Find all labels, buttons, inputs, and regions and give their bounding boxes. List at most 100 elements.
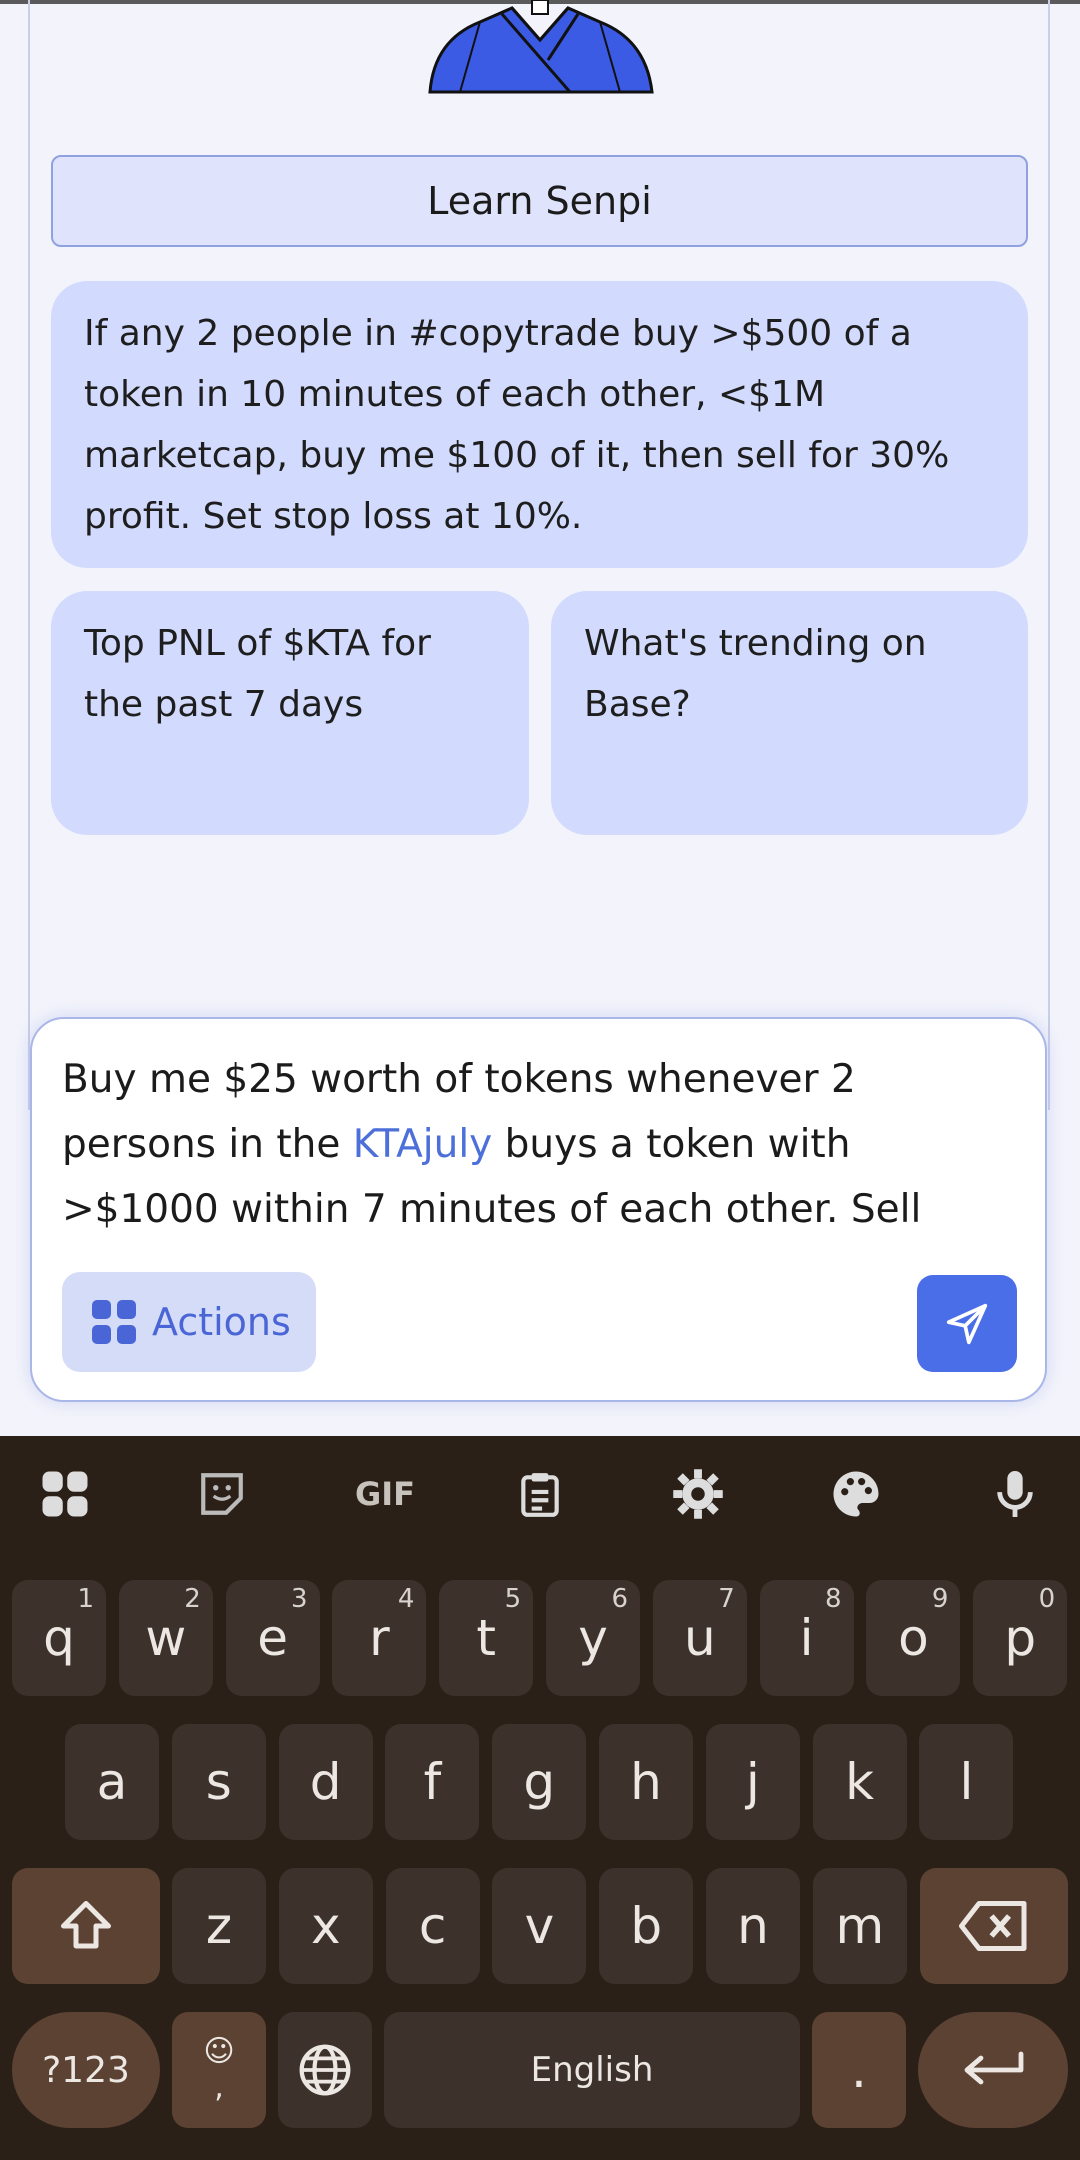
key-d[interactable]: d <box>278 1724 373 1840</box>
gif-icon[interactable]: GIF <box>345 1464 425 1524</box>
key-v[interactable]: v <box>492 1868 587 1984</box>
key-label: f <box>423 1753 442 1811</box>
backspace-icon <box>959 1901 1027 1951</box>
key-w[interactable]: w2 <box>118 1580 213 1696</box>
enter-key[interactable] <box>918 2012 1068 2128</box>
suggestion-trending-base[interactable]: What's trending on Base? <box>551 591 1028 835</box>
key-i[interactable]: i8 <box>759 1580 854 1696</box>
key-label: w <box>145 1609 187 1667</box>
key-y[interactable]: y6 <box>546 1580 640 1696</box>
key-label: r <box>369 1609 390 1667</box>
key-p[interactable]: p0 <box>973 1580 1068 1696</box>
key-label: y <box>578 1609 608 1667</box>
key-label: i <box>799 1609 814 1667</box>
key-number-hint: 4 <box>397 1584 415 1614</box>
shift-icon <box>61 1901 111 1949</box>
key-label: n <box>737 1897 769 1955</box>
key-u[interactable]: u7 <box>652 1580 747 1696</box>
apps-grid-icon[interactable] <box>30 1464 100 1524</box>
key-label: k <box>845 1753 875 1811</box>
key-label: g <box>523 1753 556 1811</box>
key-number-hint: 6 <box>611 1584 628 1614</box>
key-f[interactable]: f <box>385 1724 480 1840</box>
actions-button[interactable]: Actions <box>62 1272 316 1372</box>
settings-gear-icon[interactable] <box>663 1464 733 1524</box>
key-b[interactable]: b <box>599 1868 694 1984</box>
sticker-icon[interactable] <box>187 1464 257 1524</box>
period-key[interactable]: . <box>812 2012 906 2128</box>
numbers-key-label: ?123 <box>42 2049 130 2091</box>
key-label: e <box>257 1609 288 1667</box>
key-label: q <box>43 1609 75 1667</box>
key-label: l <box>959 1753 974 1811</box>
numbers-key[interactable]: ?123 <box>12 2012 160 2128</box>
key-number-hint: 8 <box>825 1584 842 1614</box>
actions-label: Actions <box>152 1300 291 1344</box>
key-label: m <box>835 1897 885 1955</box>
message-composer[interactable]: Buy me $25 worth of tokens whenever 2 pe… <box>30 1017 1047 1402</box>
key-label: x <box>311 1897 341 1955</box>
key-label: v <box>524 1897 555 1955</box>
key-label: a <box>96 1753 128 1811</box>
key-h[interactable]: h <box>599 1724 693 1840</box>
key-l[interactable]: l <box>919 1724 1014 1840</box>
period-label: . <box>851 2041 867 2099</box>
emoji-comma-key[interactable]: ☺ , <box>172 2012 266 2128</box>
key-z[interactable]: z <box>172 1868 266 1984</box>
key-label: c <box>418 1897 447 1955</box>
key-label: t <box>476 1609 496 1667</box>
key-number-hint: 5 <box>504 1584 522 1614</box>
key-number-hint: 9 <box>931 1584 949 1614</box>
key-label: s <box>205 1753 232 1811</box>
key-n[interactable]: n <box>706 1868 800 1984</box>
key-m[interactable]: m <box>812 1868 907 1984</box>
mention-tag[interactable]: KTAjuly <box>353 1122 493 1167</box>
key-q[interactable]: q1 <box>12 1580 106 1696</box>
emoji-icon: ☺ <box>203 2034 235 2069</box>
key-e[interactable]: e3 <box>225 1580 320 1696</box>
key-x[interactable]: x <box>278 1868 373 1984</box>
suggestion-top-pnl[interactable]: Top PNL of $KTA for the past 7 days <box>51 591 529 835</box>
suggestion-copytrade[interactable]: If any 2 people in #copytrade buy >$500 … <box>51 281 1028 568</box>
key-label: j <box>745 1753 760 1811</box>
key-number-hint: 2 <box>184 1584 201 1614</box>
key-label: z <box>205 1897 233 1955</box>
backspace-key[interactable] <box>920 1868 1068 1984</box>
clipboard-icon[interactable] <box>505 1464 575 1524</box>
key-number-hint: 1 <box>77 1584 94 1614</box>
send-button[interactable] <box>917 1275 1017 1372</box>
key-number-hint: 7 <box>718 1584 735 1614</box>
key-o[interactable]: o9 <box>866 1580 961 1696</box>
key-label: b <box>630 1897 663 1955</box>
key-g[interactable]: g <box>492 1724 587 1840</box>
key-number-hint: 0 <box>1038 1584 1056 1614</box>
key-label: o <box>898 1609 929 1667</box>
send-icon <box>946 1303 988 1344</box>
space-key[interactable]: English <box>384 2012 800 2128</box>
message-input[interactable]: Buy me $25 worth of tokens whenever 2 pe… <box>62 1047 1002 1242</box>
shift-key[interactable] <box>12 1868 160 1984</box>
key-c[interactable]: c <box>385 1868 480 1984</box>
enter-icon <box>964 2051 1024 2085</box>
key-a[interactable]: a <box>65 1724 159 1840</box>
comma-label: , <box>214 2070 224 2105</box>
globe-icon <box>299 2044 351 2096</box>
key-label: d <box>309 1753 342 1811</box>
key-r[interactable]: r4 <box>332 1580 427 1696</box>
key-t[interactable]: t5 <box>439 1580 534 1696</box>
palette-icon[interactable] <box>821 1464 891 1524</box>
language-key[interactable] <box>278 2012 372 2128</box>
key-j[interactable]: j <box>705 1724 800 1840</box>
key-number-hint: 3 <box>291 1584 308 1614</box>
space-label: English <box>530 2050 654 2090</box>
microphone-icon[interactable] <box>980 1464 1050 1524</box>
key-label: p <box>1004 1609 1037 1667</box>
keyboard: GIF q1w2e3r4t5y6u7i8o9p0 asdfghjkl zxcvb… <box>0 1436 1080 2160</box>
key-label: u <box>683 1609 716 1667</box>
senpi-avatar <box>428 0 654 94</box>
key-s[interactable]: s <box>171 1724 266 1840</box>
key-label: h <box>630 1753 662 1811</box>
learn-senpi-button[interactable]: Learn Senpi <box>51 155 1028 247</box>
gif-label: GIF <box>354 1475 416 1513</box>
key-k[interactable]: k <box>812 1724 907 1840</box>
